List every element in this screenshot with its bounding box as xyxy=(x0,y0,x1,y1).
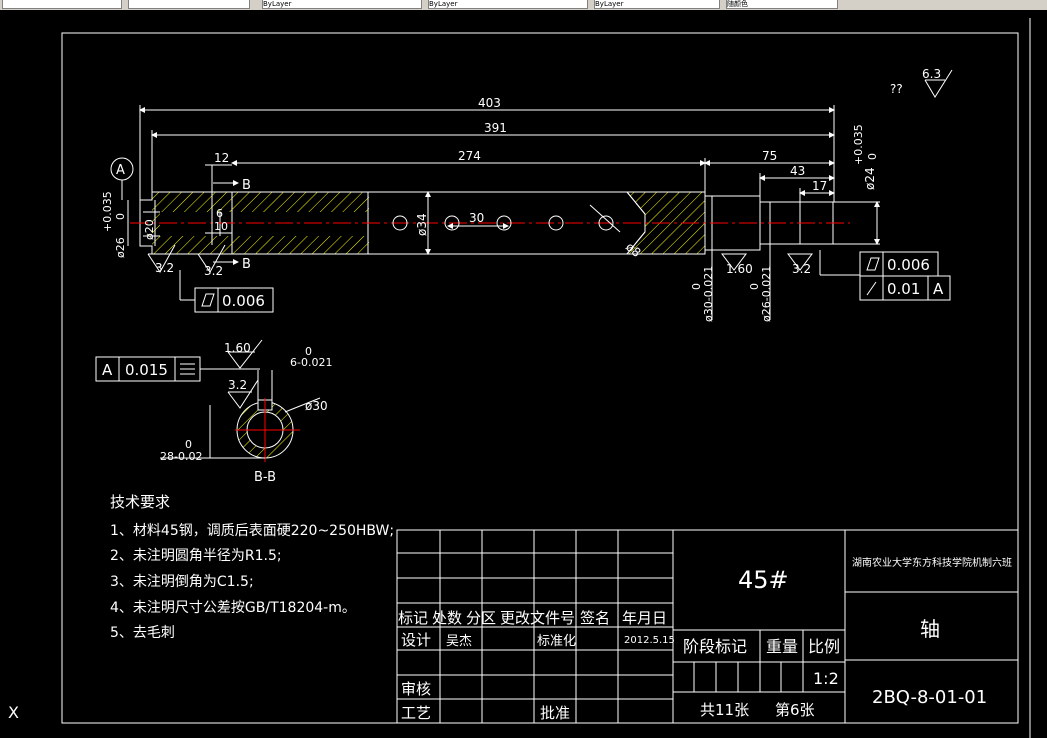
drawing-number: 2BQ-8-01-01 xyxy=(872,687,987,708)
scale-value: 1:2 xyxy=(813,669,839,688)
header-signature: 签名 xyxy=(580,609,610,627)
lineweight-dropdown[interactable]: ByLayer xyxy=(594,0,720,9)
school-name: 湖南农业大学东方科技学院机制六班 xyxy=(852,556,1012,569)
svg-text:A: A xyxy=(933,280,944,298)
dim-6: 6 xyxy=(216,207,223,220)
dim-12: 12 xyxy=(214,151,229,165)
dim-dia26-right-up: 0 xyxy=(748,283,761,290)
svg-text:6.3: 6.3 xyxy=(922,67,941,81)
svg-text:0.015: 0.015 xyxy=(125,361,168,379)
svg-text:A: A xyxy=(116,163,125,178)
dim-403: 403 xyxy=(478,96,501,110)
design-date: 2012.5.15 xyxy=(624,635,675,646)
note-line-2: 2、未注明圆角半径为R1.5; xyxy=(110,548,282,564)
dim-dia24-tol-up: +0.035 xyxy=(852,124,865,165)
svg-text:阶段标记: 阶段标记 xyxy=(683,637,747,656)
drawing-canvas[interactable]: ?? 6.3 403 391 274 75 43 17 12 6 10 30 ø… xyxy=(0,10,1047,738)
note-line-3: 3、未注明倒角为C1.5; xyxy=(110,574,254,590)
header-count: 处数 xyxy=(432,609,462,627)
note-line-1: 1、材料45钢，调质后表面硬220~250HBW; xyxy=(110,523,394,539)
svg-text:0.006: 0.006 xyxy=(887,256,930,274)
svg-text:重量: 重量 xyxy=(766,637,798,656)
dim-dia26-right: ø26-0.021 xyxy=(760,266,773,322)
part-name: 轴 xyxy=(920,617,940,641)
svg-text:工艺: 工艺 xyxy=(401,704,431,722)
properties-toolbar: ByLayer ByLayer ByLayer 随颜色 xyxy=(0,0,1047,10)
svg-text:比例: 比例 xyxy=(808,637,840,656)
linetype-dropdown[interactable]: ByLayer xyxy=(428,0,588,9)
dim-10: 10 xyxy=(214,220,228,233)
svg-text:ø30: ø30 xyxy=(305,399,328,413)
svg-text:审核: 审核 xyxy=(401,680,431,698)
dim-30: 30 xyxy=(469,211,484,225)
roughness-symbol-general: ?? 6.3 xyxy=(890,67,953,98)
dim-dia24-tol-low: 0 xyxy=(866,153,879,160)
dim-dia26-left: ø26 xyxy=(114,237,127,258)
plotstyle-dropdown[interactable]: 随颜色 xyxy=(726,0,838,9)
svg-text:1.60: 1.60 xyxy=(224,341,251,355)
svg-text:设计: 设计 xyxy=(401,631,431,649)
dim-dia20: ø20 xyxy=(143,219,156,240)
svg-text:??: ?? xyxy=(890,82,903,96)
dim-dia24: ø24 xyxy=(863,167,877,190)
svg-text:3.2: 3.2 xyxy=(155,261,174,275)
section-label: B-B xyxy=(254,470,276,485)
section-b-top-label: B xyxy=(242,178,251,193)
title-block-text: 45# 湖南农业大学东方科技学院机制六班 轴 2BQ-8-01-01 标记 处数… xyxy=(398,556,1012,722)
svg-text:6-0.021: 6-0.021 xyxy=(290,356,332,369)
dim-17: 17 xyxy=(812,179,827,193)
svg-text:A: A xyxy=(102,361,113,379)
dim-dia34: ø34 xyxy=(415,213,429,236)
technical-notes: 技术要求 1、材料45钢，调质后表面硬220~250HBW; 2、未注明圆角半径… xyxy=(110,493,394,641)
dim-43: 43 xyxy=(790,164,805,178)
header-mark: 标记 xyxy=(398,609,428,627)
color-dropdown[interactable]: ByLayer xyxy=(262,0,422,9)
dim-75: 75 xyxy=(762,149,777,163)
svg-text:3.2: 3.2 xyxy=(204,264,223,278)
dim-dia26-tol-low: 0 xyxy=(114,213,127,220)
dim-dia30-tol: ø30-0.021 xyxy=(702,266,715,322)
svg-text:28-0.02: 28-0.02 xyxy=(160,450,202,463)
dim-274: 274 xyxy=(458,149,481,163)
svg-text:3.2: 3.2 xyxy=(228,378,247,392)
notes-title: 技术要求 xyxy=(110,493,170,511)
header-date: 年月日 xyxy=(622,609,667,627)
note-line-4: 4、未注明尺寸公差按GB/T18204-m。 xyxy=(110,600,356,616)
material-label: 45# xyxy=(738,566,789,594)
dim-dia30-tol-up: 0 xyxy=(690,283,703,290)
svg-text:3.2: 3.2 xyxy=(792,262,811,276)
designer-name: 吴杰 xyxy=(446,634,472,649)
sheet-number: 第6张 xyxy=(775,701,815,719)
datum-a-marker: A xyxy=(110,157,134,200)
fcf-left: 0.006 xyxy=(179,270,274,313)
style-dropdown[interactable] xyxy=(128,0,250,9)
ucs-icon: X xyxy=(8,703,19,722)
section-view-bb: A 0.015 1.60 3.2 ø30 0 6-0.021 0 28-0.02… xyxy=(95,339,332,485)
svg-text:批准: 批准 xyxy=(540,704,570,722)
header-zone: 分区 xyxy=(466,609,496,627)
svg-text:0.01: 0.01 xyxy=(887,280,920,298)
header-change-doc: 更改文件号 xyxy=(500,609,575,627)
total-sheets: 共11张 xyxy=(700,701,749,719)
layer-dropdown[interactable] xyxy=(2,0,122,9)
dim-dia26-tol-up: +0.035 xyxy=(101,191,114,232)
svg-text:标准化: 标准化 xyxy=(537,634,576,649)
dim-391: 391 xyxy=(484,121,507,135)
note-line-5: 5、去毛刺 xyxy=(110,625,175,641)
fcf-right: 0.006 0.01 A xyxy=(819,250,951,301)
svg-text:1.60: 1.60 xyxy=(726,262,753,276)
svg-text:0.006: 0.006 xyxy=(222,292,265,310)
section-b-bottom-label: B xyxy=(242,257,251,272)
svg-text:X: X xyxy=(8,703,19,722)
